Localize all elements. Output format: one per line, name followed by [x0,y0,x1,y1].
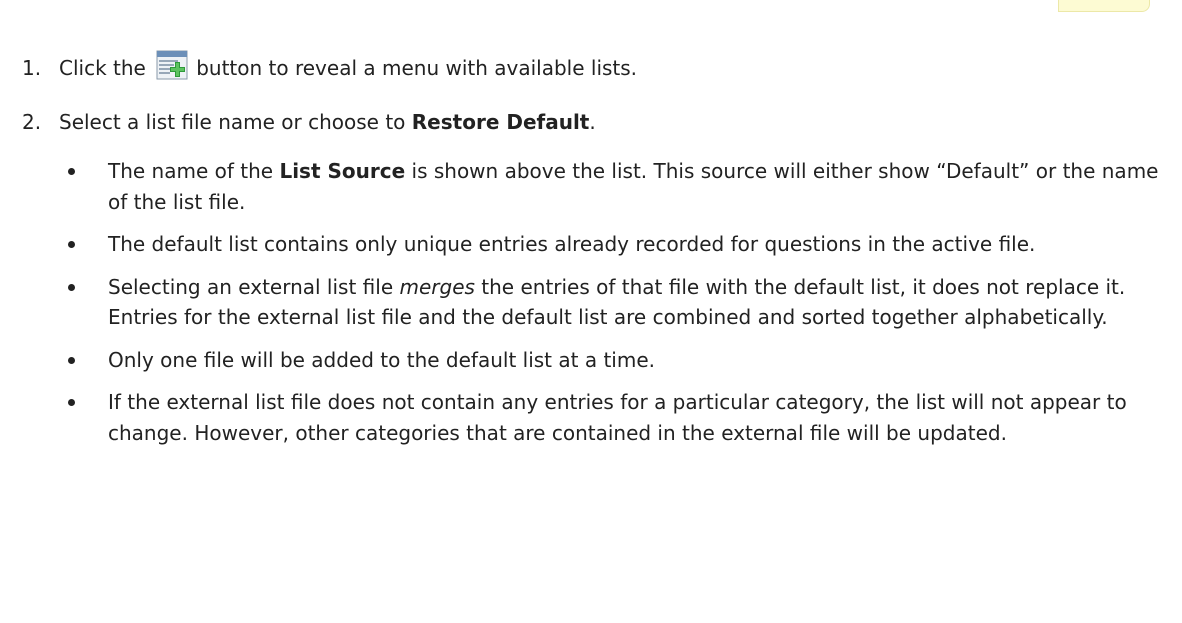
step-2-bullet-list: The name of the List Source is shown abo… [22,156,1172,460]
list-source-term: List Source [279,159,406,183]
step-text: Select a list file name or choose to [59,110,406,134]
bullet-item: The default list contains only unique en… [22,229,1172,260]
step-text-end: . [589,110,596,134]
bullet-text: Selecting an external list file [108,274,400,299]
note-callout-edge [1058,0,1150,12]
step-number: 1. [22,56,42,80]
step-1: 1. Click the button to reveal a menu with… [22,50,637,81]
bullet-dot [68,241,75,248]
step-2: 2. Select a list file name or choose to R… [22,109,596,135]
restore-default-term: Restore Default [411,110,590,134]
step-text: Click the [59,56,146,80]
bullet-item: The name of the List Source is shown abo… [22,156,1172,217]
step-text-continued: button to reveal a menu with available l… [196,56,638,80]
bullet-text: Only one file will be added to the defau… [108,347,655,372]
bullet-item: Only one file will be added to the defau… [22,345,1172,376]
add-list-icon [156,50,188,80]
bullet-item: Selecting an external list file merges t… [22,272,1172,333]
bullet-text: If the external list file does not conta… [108,390,1127,445]
bullet-item: If the external list file does not conta… [22,387,1172,448]
step-number: 2. [22,110,42,134]
bullet-dot [68,283,75,291]
bullet-text: The default list contains only unique en… [108,232,1036,256]
merges-term: merges [399,274,475,299]
bullet-dot [68,168,75,175]
bullet-text: The name of the [108,159,280,183]
bullet-dot [68,356,75,364]
bullet-dot [68,399,75,406]
